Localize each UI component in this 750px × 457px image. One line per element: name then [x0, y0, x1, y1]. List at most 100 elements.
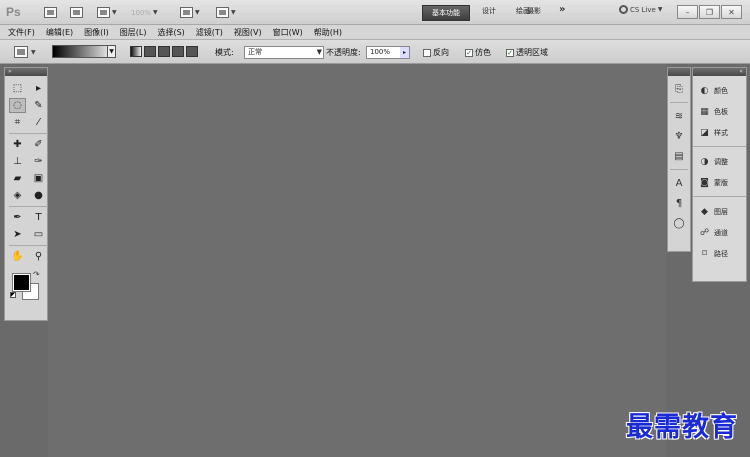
- opacity-input[interactable]: 100% ▸: [366, 46, 410, 59]
- chevron-down-icon[interactable]: ▼: [107, 45, 116, 58]
- menu-filter[interactable]: 滤镜(T): [196, 27, 223, 38]
- mode-label: 模式:: [215, 48, 234, 57]
- eraser-tool-icon[interactable]: ▰: [9, 171, 26, 186]
- zoom-tool-icon[interactable]: ⚲: [30, 249, 47, 264]
- transparency-checkbox[interactable]: ✓ 透明区域: [506, 47, 548, 58]
- workspace-design[interactable]: 设计: [482, 6, 496, 16]
- healing-brush-tool-icon[interactable]: ✚: [9, 137, 26, 152]
- hand-tool-icon[interactable]: ✋: [9, 249, 26, 264]
- move-tool-icon[interactable]: ▸: [30, 81, 47, 96]
- blur-tool-icon[interactable]: ◈: [9, 188, 26, 203]
- dock-header[interactable]: [668, 68, 690, 76]
- radial-gradient-button[interactable]: [144, 46, 156, 57]
- panel-masks[interactable]: ◙ 蒙版: [693, 172, 746, 193]
- crop-tool-icon[interactable]: ⌗: [9, 115, 26, 130]
- mode-select[interactable]: 正常 ▼: [244, 46, 324, 59]
- collapsed-panels-column: ⎘ ≋ ♆ ▤ A ¶ ◯: [668, 76, 690, 230]
- maximize-button[interactable]: ❐: [699, 5, 720, 19]
- tool-preset-picker[interactable]: ▼: [14, 46, 36, 58]
- panel-swatches[interactable]: ▦ 色板: [693, 101, 746, 122]
- dodge-tool-icon[interactable]: ●: [30, 188, 47, 203]
- foreground-color-swatch[interactable]: [12, 273, 31, 292]
- color-icon: ◐: [700, 85, 709, 96]
- chevron-down-icon: ▼: [31, 48, 36, 56]
- path-selection-tool-icon[interactable]: ➤: [9, 227, 26, 242]
- view-extras-button[interactable]: ▼: [97, 5, 117, 20]
- menu-image[interactable]: 图像(I): [84, 27, 109, 38]
- angle-gradient-button[interactable]: [158, 46, 170, 57]
- watermark: 最需教育: [626, 412, 738, 443]
- bridge-button[interactable]: [44, 5, 57, 20]
- panels-dock-header[interactable]: «: [693, 68, 746, 76]
- screen-mode-icon: [216, 7, 229, 18]
- workspace-photography[interactable]: 摄影: [527, 6, 541, 16]
- swap-colors-icon[interactable]: ↷: [33, 270, 40, 279]
- mini-bridge-button[interactable]: [70, 5, 83, 20]
- tools-grid: ⬚ ▸ ◌ ✎ ⌗ ⁄ ✚ ✐ ⊥ ✑ ▰ ▣ ◈ ● ✒ T ➤ ▭ ✋ ⚲: [5, 76, 49, 264]
- view-extras-icon: [97, 7, 110, 18]
- menu-layer[interactable]: 图层(L): [120, 27, 147, 38]
- options-bar: ▼ ▼ 模式: 正常 ▼ 不透明度: 100% ▸ 反向 ✓ 仿色 ✓ 透明区域: [0, 40, 750, 64]
- dock-divider: [670, 169, 688, 170]
- menu-edit[interactable]: 编辑(E): [46, 27, 73, 38]
- history-icon[interactable]: ⎘: [672, 82, 686, 96]
- screen-mode-button[interactable]: ▼: [216, 5, 236, 20]
- panel-layers[interactable]: ◆ 图层: [693, 201, 746, 222]
- masks-icon: ◙: [700, 177, 709, 188]
- character-icon[interactable]: A: [672, 176, 686, 190]
- notes-icon[interactable]: ◯: [672, 216, 686, 230]
- brush-tool-icon[interactable]: ✐: [30, 137, 47, 152]
- menu-help[interactable]: 帮助(H): [314, 27, 342, 38]
- cs-live-icon: [619, 5, 628, 14]
- marquee-tool-icon[interactable]: ⬚: [9, 81, 26, 96]
- brush-presets-icon[interactable]: ≋: [672, 109, 686, 123]
- paragraph-icon[interactable]: ¶: [672, 196, 686, 210]
- clone-source-icon[interactable]: ♆: [672, 129, 686, 143]
- reflected-gradient-button[interactable]: [172, 46, 184, 57]
- gradient-type-buttons: [130, 46, 198, 57]
- workspace-more-button[interactable]: »: [559, 4, 565, 15]
- arrange-documents-button[interactable]: ▼: [180, 5, 200, 20]
- lasso-tool-icon[interactable]: ◌: [9, 98, 26, 113]
- panel-channels[interactable]: ☍ 通道: [693, 222, 746, 243]
- dock-divider: [670, 102, 688, 103]
- diamond-gradient-button[interactable]: [186, 46, 198, 57]
- menu-file[interactable]: 文件(F): [8, 27, 35, 38]
- workspace-essentials[interactable]: 基本功能: [422, 5, 470, 21]
- cs-live-button[interactable]: CS Live ▼: [619, 5, 662, 14]
- menu-select[interactable]: 选择(S): [157, 27, 184, 38]
- quick-selection-tool-icon[interactable]: ✎: [30, 98, 47, 113]
- swatches-icon: ▦: [700, 106, 709, 117]
- clone-stamp-tool-icon[interactable]: ⊥: [9, 154, 26, 169]
- type-tool-icon[interactable]: T: [30, 210, 47, 225]
- panel-adjustments[interactable]: ◑ 调整: [693, 151, 746, 172]
- minimize-button[interactable]: –: [677, 5, 698, 19]
- linear-gradient-button[interactable]: [130, 46, 142, 57]
- chevron-right-icon[interactable]: ▸: [400, 47, 409, 58]
- reverse-checkbox[interactable]: 反向: [423, 47, 449, 58]
- tool-presets-icon[interactable]: ▤: [672, 149, 686, 163]
- tools-panel-header[interactable]: »: [5, 68, 47, 76]
- checkbox-box: [423, 48, 431, 57]
- zoom-level[interactable]: 100% ▼: [131, 5, 169, 20]
- eyedropper-tool-icon[interactable]: ⁄: [30, 115, 47, 130]
- menu-window[interactable]: 窗口(W): [273, 27, 303, 38]
- dither-checkbox[interactable]: ✓ 仿色: [465, 47, 491, 58]
- bridge-icon: [44, 7, 57, 18]
- color-swatches: ↷: [5, 270, 47, 318]
- panel-color[interactable]: ◐ 颜色: [693, 80, 746, 101]
- document-canvas-area[interactable]: [48, 64, 666, 457]
- panel-paths[interactable]: ⌑ 路径: [693, 243, 746, 264]
- menu-view[interactable]: 视图(V): [234, 27, 262, 38]
- panel-group-layers: ◆ 图层 ☍ 通道 ⌑ 路径: [693, 197, 746, 267]
- default-colors-icon[interactable]: [10, 292, 16, 298]
- gradient-picker[interactable]: ▼: [52, 45, 116, 58]
- panel-group-color: ◐ 颜色 ▦ 色板 ◪ 样式: [693, 76, 746, 147]
- pen-tool-icon[interactable]: ✒: [9, 210, 26, 225]
- check-icon: ✓: [465, 48, 473, 57]
- gradient-tool-icon[interactable]: ▣: [30, 171, 47, 186]
- panel-styles[interactable]: ◪ 样式: [693, 122, 746, 143]
- history-brush-tool-icon[interactable]: ✑: [30, 154, 47, 169]
- close-button[interactable]: ✕: [721, 5, 742, 19]
- shape-tool-icon[interactable]: ▭: [30, 227, 47, 242]
